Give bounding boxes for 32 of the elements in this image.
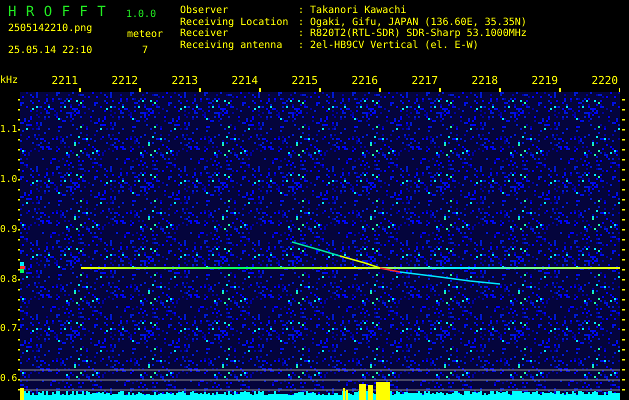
info-label: Receiving Location [180, 16, 290, 28]
time-label: 2216 [352, 75, 378, 86]
meteor-count: 7 [142, 45, 148, 57]
info-label: Receiving antenna [180, 40, 284, 51]
signal-blob [20, 262, 25, 273]
time-label: 2217 [412, 75, 438, 86]
info-label: Observer [180, 5, 230, 16]
time-label: 2215 [292, 75, 318, 86]
frequency-label: 1.1 [0, 124, 18, 135]
frequency-label: 0.9 [0, 224, 18, 235]
frequency-label: 0.7 [0, 323, 18, 334]
time-label: 2219 [532, 75, 558, 86]
frequency-label: 0.6 [0, 373, 18, 384]
app-logo: H R O F F T [8, 3, 108, 21]
info-value: : Ogaki, Gifu, JAPAN (136.60E, 35.35N) [298, 16, 527, 28]
info-value: : 2el-HB9CV Vertical (el. E-W) [298, 40, 480, 51]
time-label: 2218 [472, 75, 498, 86]
info-value: : Takanori Kawachi [298, 5, 408, 16]
time-label: 2211 [52, 75, 78, 86]
app-version: 1.0.0 [126, 8, 156, 22]
filename: 2505142210.png [8, 23, 94, 35]
meteor-label: meteor [126, 29, 164, 41]
frequency-label: 0.8 [0, 274, 18, 285]
info-label: Receiver [180, 28, 230, 40]
unit-label: kHz [0, 75, 18, 86]
info-value: : R820T2(RTL-SDR) SDR-Sharp 53.1000MHz [298, 28, 527, 40]
time-label: 2220 [592, 75, 618, 86]
capture-datetime: 25.05.14 22:10 [8, 45, 94, 57]
time-label: 2214 [232, 75, 258, 86]
time-label: 2212 [112, 75, 138, 86]
frequency-label: 1.0 [0, 174, 18, 185]
time-label: 2213 [172, 75, 198, 86]
